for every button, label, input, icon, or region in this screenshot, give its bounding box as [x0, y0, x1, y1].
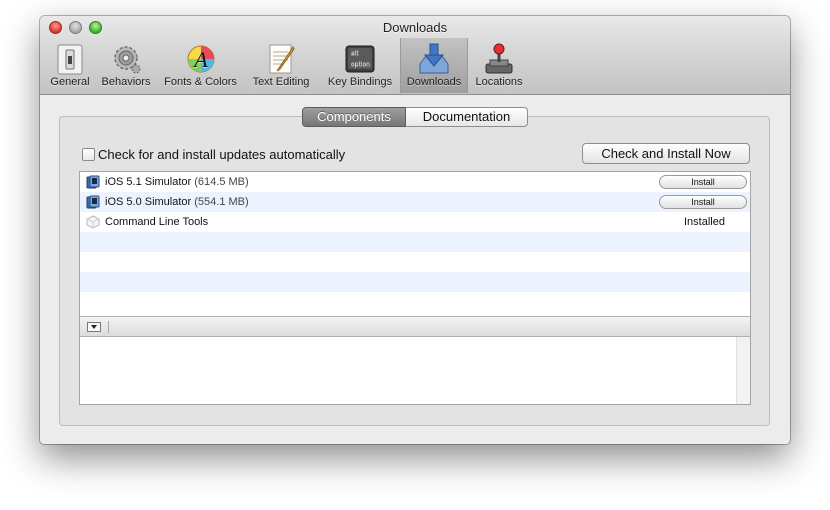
toolbar-label: Behaviors — [101, 76, 151, 88]
list-item[interactable]: iOS 5.1 Simulator (614.5 MB) Install — [80, 172, 750, 192]
title-bar: Downloads General Behaviors A Fonts & Co… — [40, 16, 790, 95]
gears-icon — [114, 46, 141, 74]
toolbar-item-behaviors[interactable]: Behaviors — [97, 38, 155, 93]
auto-update-label: Check for and install updates automatica… — [98, 147, 346, 162]
font-palette-icon: A — [187, 45, 214, 73]
svg-text:A: A — [192, 47, 208, 72]
window-title: Downloads — [382, 20, 448, 35]
toolbar-label: Fonts & Colors — [164, 76, 237, 88]
tab-documentation[interactable]: Documentation — [406, 107, 528, 127]
toolbar-item-locations[interactable]: Locations — [470, 38, 528, 93]
toolbar-label: Locations — [475, 76, 523, 88]
chevron-down-icon[interactable] — [87, 322, 101, 332]
empty-row — [80, 292, 750, 312]
components-list: iOS 5.1 Simulator (614.5 MB) Install iOS… — [79, 171, 751, 405]
switch-icon — [57, 44, 83, 75]
install-button[interactable]: Install — [659, 175, 747, 189]
toolbar-item-general[interactable]: General — [46, 38, 94, 93]
list-item[interactable]: iOS 5.0 Simulator (554.1 MB) Install — [80, 192, 750, 212]
install-button[interactable]: Install — [659, 195, 747, 209]
notepad-icon — [269, 44, 295, 74]
component-name: iOS 5.0 Simulator — [105, 196, 192, 208]
auto-update-checkbox[interactable] — [82, 148, 95, 161]
svg-text:option: option — [351, 61, 370, 68]
toolbar-item-key-bindings[interactable]: alt option Key Bindings — [320, 38, 400, 93]
empty-row — [80, 252, 750, 272]
divider — [108, 321, 109, 333]
toolbar-item-downloads[interactable]: Downloads — [400, 38, 468, 93]
installed-status: Installed — [684, 216, 725, 228]
toolbar-label: Key Bindings — [327, 76, 393, 88]
toolbar-item-text-editing[interactable]: Text Editing — [246, 38, 316, 93]
toolbar-label: Downloads — [406, 76, 462, 88]
split-bar[interactable] — [80, 316, 750, 337]
joystick-icon — [485, 43, 513, 74]
ios-simulator-icon — [86, 175, 100, 189]
check-and-install-button[interactable]: Check and Install Now — [582, 143, 750, 164]
toolbar-label: General — [50, 76, 90, 88]
log-view — [80, 337, 750, 404]
component-name: iOS 5.1 Simulator — [105, 176, 192, 188]
keyboard-keys-icon: alt option — [345, 45, 375, 73]
terminal-package-icon — [86, 215, 100, 229]
preferences-window: Downloads General Behaviors A Fonts & Co… — [40, 16, 790, 444]
component-name: Command Line Tools — [105, 216, 209, 228]
toolbar-label: Text Editing — [252, 76, 310, 88]
svg-text:alt: alt — [351, 50, 359, 57]
ios-simulator-icon — [86, 195, 100, 209]
component-size: (554.1 MB) — [194, 196, 249, 208]
tab-components[interactable]: Components — [302, 107, 406, 127]
download-icon — [419, 43, 449, 74]
component-size: (614.5 MB) — [194, 176, 249, 188]
empty-row — [80, 232, 750, 252]
scrollbar[interactable] — [736, 337, 750, 404]
toolbar-item-fonts-colors[interactable]: A Fonts & Colors — [158, 38, 243, 93]
empty-row — [80, 272, 750, 292]
list-item[interactable]: Command Line Tools Installed — [80, 212, 750, 232]
